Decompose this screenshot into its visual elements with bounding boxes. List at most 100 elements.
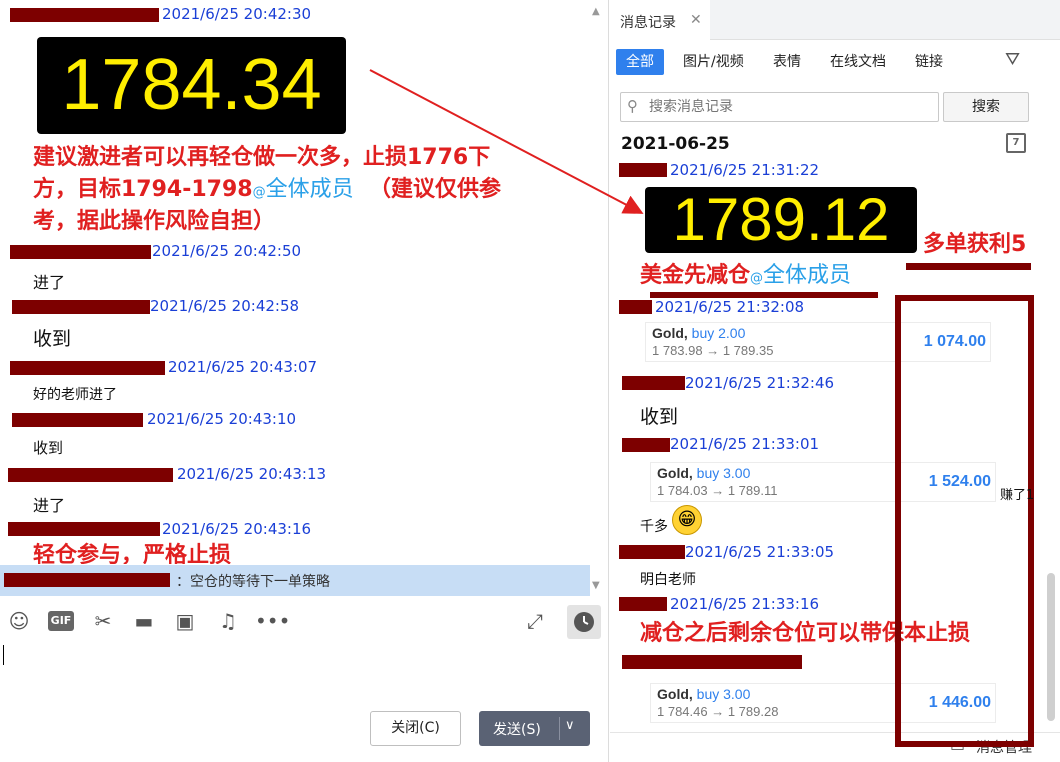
trade-side: buy 2.00 xyxy=(691,325,746,341)
redacted-sender xyxy=(622,655,802,669)
send-divider xyxy=(559,717,560,740)
filter-icon[interactable]: ⛛ xyxy=(1005,49,1020,70)
trade-symbol: Gold, xyxy=(657,686,693,702)
grin-emoji-icon: 😁 xyxy=(672,505,702,535)
message-text: 收到 xyxy=(33,328,72,350)
filter-tab-links[interactable]: 链接 xyxy=(905,49,953,75)
reply-preview-text: ：空仓的等待下一单策略 xyxy=(176,571,330,591)
more-icon[interactable]: ••• xyxy=(255,608,290,634)
trade-range: 1 783.98 → 1 789.35 xyxy=(652,343,774,358)
price-screenshot: 1789.12 xyxy=(645,187,917,253)
message-timestamp: 2021/6/25 20:43:13 xyxy=(177,465,327,483)
earn-annotation: 赚了1 xyxy=(1000,488,1035,503)
trade-range: 1 784.03 → 1 789.11 xyxy=(657,483,778,498)
scroll-up-arrow[interactable]: ▲ xyxy=(592,6,600,17)
history-scrollbar[interactable] xyxy=(1047,573,1055,721)
message-text: 好的老师进了 xyxy=(33,387,117,403)
history-tabbar: 消息记录 ✕ xyxy=(610,0,1060,40)
scissors-icon[interactable]: ✂ xyxy=(90,608,116,634)
filter-tab-docs[interactable]: 在线文档 xyxy=(820,49,896,75)
close-button[interactable]: 关闭(C) xyxy=(370,711,461,746)
calendar-icon[interactable]: 7 xyxy=(1006,133,1026,153)
reduce-position-text: 美金先减仓@全体成员 xyxy=(640,260,851,295)
message-timestamp: 2021/6/25 20:43:16 xyxy=(162,520,312,538)
mention-all[interactable]: @全体成员 xyxy=(253,177,354,202)
folder-icon[interactable]: ▬ xyxy=(131,608,157,634)
redacted-sender xyxy=(4,573,170,587)
send-label: 发送(S) xyxy=(493,722,541,738)
message-text: 进了 xyxy=(33,273,66,292)
bell-icon[interactable]: ♫ xyxy=(215,608,241,634)
message-text: 进了 xyxy=(33,496,66,515)
at-sign: @ xyxy=(750,271,764,286)
advice-target: 方，目标1794-1798 xyxy=(33,177,253,202)
filter-tab-all[interactable]: 全部 xyxy=(616,49,664,75)
message-text: 千多 xyxy=(640,516,668,536)
message-timestamp: 2021/6/25 20:42:30 xyxy=(162,5,312,23)
trade-side: buy 3.00 xyxy=(696,465,751,481)
profit-annotation: 多单获利5 xyxy=(923,232,1027,257)
price-screenshot: 1784.34 xyxy=(37,37,346,134)
profit-highlight-box xyxy=(895,295,1034,747)
advice-line-1: 建议激进者可以再轻仓做一次多，止损1776下 xyxy=(33,145,491,170)
redacted-sender xyxy=(619,545,685,559)
reply-preview-bar[interactable]: ：空仓的等待下一单策略 xyxy=(0,565,590,596)
annotation-underline xyxy=(906,263,1031,270)
search-input[interactable] xyxy=(649,97,929,117)
search-icon: ⚲ xyxy=(627,97,638,115)
advice-line-2: 方，目标1794-1798@全体成员 （建议仅供参 xyxy=(33,174,501,209)
tab-label: 消息记录 xyxy=(620,15,676,31)
date-header: 2021-06-25 xyxy=(621,134,730,154)
message-timestamp: 2021/6/25 20:42:58 xyxy=(150,297,300,315)
trade-title: Gold, buy 3.00 xyxy=(657,686,750,702)
screen: ▲ 2021/6/25 20:42:30 1784.34 建议激进者可以再轻仓做… xyxy=(0,0,1060,762)
emoji-icon[interactable]: ☺ xyxy=(6,608,32,634)
redacted-sender xyxy=(619,597,667,611)
qianduo-text: 千多 xyxy=(640,519,668,535)
filter-tab-stickers[interactable]: 表情 xyxy=(763,49,811,75)
trade-symbol: Gold, xyxy=(657,465,693,481)
mention-label: 全体成员 xyxy=(265,177,354,202)
send-button[interactable]: 发送(S) ∨ xyxy=(479,711,590,746)
gif-icon[interactable]: GIF xyxy=(48,611,74,631)
message-timestamp: 2021/6/25 21:33:05 xyxy=(685,543,835,561)
mention-label: 全体成员 xyxy=(763,263,852,288)
advice-disclaimer: （建议仅供参 xyxy=(368,177,501,202)
image-icon[interactable]: ▣ xyxy=(172,608,198,634)
redacted-sender xyxy=(8,522,160,536)
redacted-sender xyxy=(12,300,150,314)
message-timestamp: 2021/6/25 20:43:10 xyxy=(147,410,297,428)
at-sign: @ xyxy=(252,185,266,200)
partial-advice: 轻仓参与，严格止损 xyxy=(33,543,232,564)
close-icon[interactable]: ✕ xyxy=(690,12,702,28)
filter-tabs: 全部 图片/视频 表情 在线文档 链接 ⛛ xyxy=(610,45,1060,77)
redacted-sender xyxy=(10,245,151,259)
history-clock-button[interactable] xyxy=(567,605,601,639)
input-toolbar: ☺ GIF ✂ ▬ ▣ ♫ ••• ⤢ xyxy=(0,600,608,644)
message-text: 明白老师 xyxy=(640,572,696,588)
text-caret[interactable] xyxy=(3,645,4,665)
chevron-down-icon[interactable]: ∨ xyxy=(565,718,575,733)
redacted-sender xyxy=(8,468,173,482)
advice-line-3: 考，据此操作风险自担） xyxy=(33,209,276,234)
redacted-sender xyxy=(619,300,652,314)
mention-all[interactable]: @全体成员 xyxy=(750,263,851,288)
search-field[interactable]: ⚲ xyxy=(620,92,939,122)
filter-tab-media[interactable]: 图片/视频 xyxy=(673,49,754,75)
chat-pane: ▲ 2021/6/25 20:42:30 1784.34 建议激进者可以再轻仓做… xyxy=(0,0,609,762)
message-timestamp: 2021/6/25 20:43:07 xyxy=(168,358,318,376)
scroll-down-arrow[interactable]: ▼ xyxy=(592,580,600,591)
trade-side: buy 3.00 xyxy=(696,686,751,702)
trade-title: Gold, buy 2.00 xyxy=(652,325,745,341)
redacted-sender xyxy=(622,438,670,452)
redacted-sender xyxy=(10,8,159,22)
tab-message-history[interactable]: 消息记录 ✕ xyxy=(610,0,710,40)
message-timestamp: 2021/6/25 21:33:16 xyxy=(670,595,820,613)
message-timestamp: 2021/6/25 21:32:46 xyxy=(685,374,835,392)
message-timestamp: 2021/6/25 20:42:50 xyxy=(152,242,302,260)
search-button[interactable]: 搜索 xyxy=(943,92,1029,122)
redacted-sender xyxy=(12,413,143,427)
redacted-sender xyxy=(619,163,667,177)
message-timestamp: 2021/6/25 21:31:22 xyxy=(670,161,820,179)
expand-icon[interactable]: ⤢ xyxy=(522,608,548,634)
